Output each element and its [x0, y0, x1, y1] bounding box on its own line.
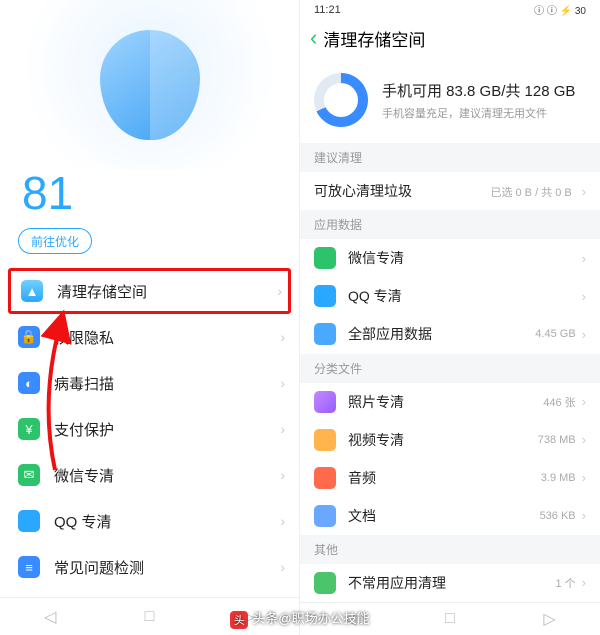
optimize-button[interactable]: 前往优化 [18, 228, 92, 254]
header: ‹ 清理存储空间 [300, 19, 600, 57]
photo-icon [314, 391, 336, 413]
chevron-right-icon: › [582, 394, 586, 409]
row-label: 不常用应用清理 [348, 573, 555, 593]
status-bar: 11:21 ⓘ ⓘ ⚡ 30 [300, 0, 600, 19]
video-icon [314, 429, 336, 451]
chevron-right-icon: › [582, 184, 586, 199]
section-files: 分类文件 [300, 354, 600, 383]
rocket-icon: ▲ [21, 280, 43, 302]
menu-label: 常见问题检测 [54, 557, 280, 578]
lock-icon: 🔒 [18, 326, 40, 348]
row-label: 视频专清 [348, 430, 538, 450]
menu-qq-clean[interactable]: QQ 专清 › [0, 498, 299, 544]
chevron-right-icon: › [582, 432, 586, 447]
wechat-icon [314, 247, 336, 269]
chevron-right-icon: › [582, 470, 586, 485]
chevron-right-icon: › [582, 251, 586, 266]
menu-label: 权限隐私 [54, 327, 280, 348]
all-icon [314, 323, 336, 345]
row-label: 文档 [348, 506, 540, 526]
chevron-right-icon: › [280, 559, 285, 575]
menu-label: 清理存储空间 [57, 281, 277, 302]
chevron-right-icon: › [582, 575, 586, 590]
row-meta: 738 MB [538, 434, 576, 446]
row-videos[interactable]: 视频专清 738 MB › [300, 421, 600, 459]
system-navbar: ◁ □ ▷ [300, 602, 600, 635]
qq-icon [18, 510, 40, 532]
row-safe-clean[interactable]: 可放心清理垃圾 已选 0 B / 共 0 B › [300, 172, 600, 210]
row-all-app-data[interactable]: 全部应用数据 4.45 GB › [300, 315, 600, 353]
row-meta: 1 个 [555, 575, 575, 591]
row-wechat-clean[interactable]: 微信专清 › [300, 239, 600, 277]
row-docs[interactable]: 文档 536 KB › [300, 497, 600, 535]
pay-icon: ¥ [18, 418, 40, 440]
row-label: 微信专清 [348, 248, 582, 268]
list-icon: ≡ [18, 556, 40, 578]
row-label: QQ 专清 [348, 286, 582, 306]
qq-icon [314, 285, 336, 307]
chevron-right-icon: › [582, 289, 586, 304]
nav-recent[interactable]: ▷ [243, 607, 255, 627]
row-label: 可放心清理垃圾 [314, 181, 490, 201]
chevron-right-icon: › [280, 375, 285, 391]
storage-title: 手机可用 83.8 GB/共 128 GB [382, 80, 575, 101]
row-meta: 4.45 GB [535, 328, 575, 340]
chevron-right-icon: › [582, 327, 586, 342]
storage-sub: 手机容量充足，建议清理无用文件 [382, 105, 575, 121]
menu-pay-protection[interactable]: ¥ 支付保护 › [0, 406, 299, 452]
nav-back[interactable]: ◁ [44, 607, 56, 627]
row-photos[interactable]: 照片专清 446 张 › [300, 383, 600, 421]
section-suggest: 建议清理 [300, 143, 600, 172]
score: 81 [0, 170, 299, 216]
menu-wechat-clean[interactable]: ✉ 微信专清 › [0, 452, 299, 498]
audio-icon [314, 467, 336, 489]
chevron-right-icon: › [280, 421, 285, 437]
nav-home[interactable]: □ [145, 608, 155, 626]
chevron-right-icon: › [280, 513, 285, 529]
app-icon [314, 572, 336, 594]
row-label: 全部应用数据 [348, 324, 535, 344]
row-audio[interactable]: 音频 3.9 MB › [300, 459, 600, 497]
back-button[interactable]: ‹ [310, 25, 317, 51]
nav-recent[interactable]: ▷ [543, 609, 555, 629]
virus-icon: ◐ [18, 372, 40, 394]
row-meta: 446 张 [543, 394, 575, 410]
row-qq-clean[interactable]: QQ 专清 › [300, 277, 600, 315]
row-label: 音频 [348, 468, 541, 488]
menu-virus-scan[interactable]: ◐ 病毒扫描 › [0, 360, 299, 406]
status-time: 11:21 [314, 4, 341, 16]
chevron-right-icon: › [280, 329, 285, 345]
wechat-icon: ✉ [18, 464, 40, 486]
nav-home[interactable]: □ [445, 610, 455, 628]
row-label: 照片专清 [348, 392, 543, 412]
shield-icon [100, 30, 200, 140]
menu-storage-cleanup[interactable]: ▲ 清理存储空间 › [8, 268, 291, 314]
storage-card[interactable]: 手机可用 83.8 GB/共 128 GB 手机容量充足，建议清理无用文件 [300, 57, 600, 143]
shield-zone [0, 0, 299, 170]
chevron-right-icon: › [280, 467, 285, 483]
nav-back[interactable]: ◁ [344, 609, 356, 629]
row-unused-apps[interactable]: 不常用应用清理 1 个 › [300, 564, 600, 602]
menu-label: 支付保护 [54, 419, 280, 440]
status-icons: ⓘ ⓘ ⚡ 30 [534, 2, 586, 17]
section-appdata: 应用数据 [300, 210, 600, 239]
menu-privacy[interactable]: 🔒 权限隐私 › [0, 314, 299, 360]
row-meta: 536 KB [540, 510, 576, 522]
menu-faq[interactable]: ≡ 常见问题检测 › [0, 544, 299, 590]
menu-label: QQ 专清 [54, 511, 280, 532]
system-navbar: ◁ □ ▷ [0, 597, 299, 635]
menu-label: 微信专清 [54, 465, 280, 486]
storage-pie-icon [314, 73, 368, 127]
page-title: 清理存储空间 [323, 26, 425, 51]
chevron-right-icon: › [582, 508, 586, 523]
chevron-right-icon: › [277, 283, 282, 299]
row-meta: 3.9 MB [541, 472, 576, 484]
doc-icon [314, 505, 336, 527]
row-meta: 已选 0 B / 共 0 B [490, 187, 571, 199]
menu-label: 病毒扫描 [54, 373, 280, 394]
section-other: 其他 [300, 535, 600, 564]
